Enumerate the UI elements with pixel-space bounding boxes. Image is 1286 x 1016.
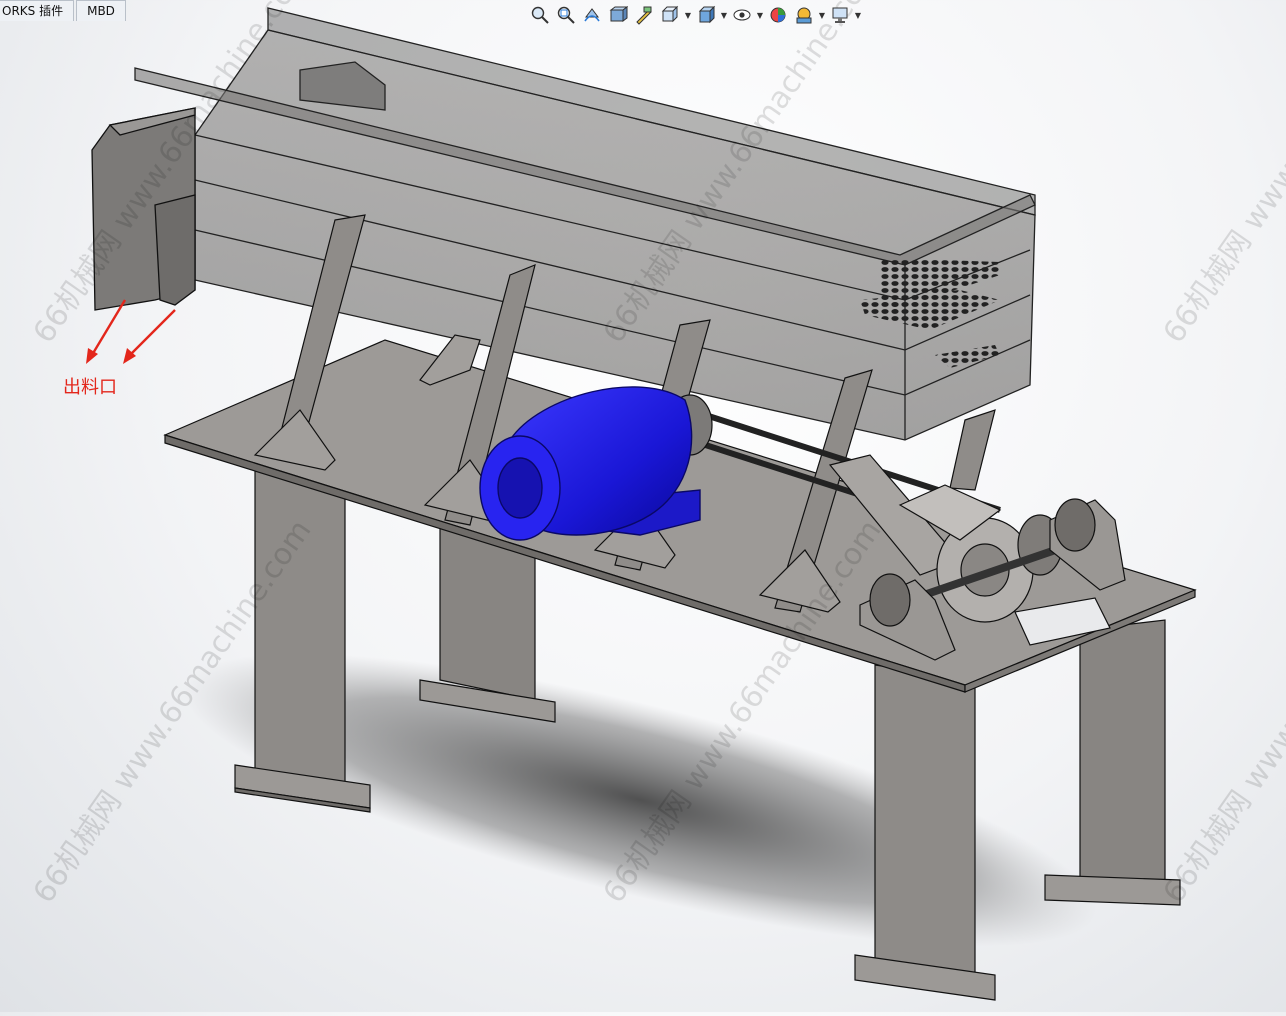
hide-show-dropdown[interactable]: ▼ bbox=[756, 3, 764, 27]
dynamic-annotation-icon[interactable] bbox=[632, 3, 656, 27]
apply-scene-dropdown[interactable]: ▼ bbox=[818, 3, 826, 27]
discharge-outlet-label: 出料口 bbox=[63, 377, 117, 398]
display-style-icon[interactable] bbox=[694, 3, 718, 27]
edit-appearance-icon[interactable] bbox=[766, 3, 790, 27]
hide-show-items-icon[interactable] bbox=[730, 3, 754, 27]
view-orientation-dropdown[interactable]: ▼ bbox=[684, 3, 692, 27]
tab-mbd[interactable]: MBD bbox=[76, 0, 126, 21]
display-style-dropdown[interactable]: ▼ bbox=[720, 3, 728, 27]
tab-solidworks-addins[interactable]: ORKS 插件 bbox=[0, 0, 75, 21]
screen-box bbox=[134, 7, 1036, 441]
section-view-icon[interactable] bbox=[606, 3, 630, 27]
previous-view-icon[interactable] bbox=[580, 3, 604, 27]
view-orientation-icon[interactable] bbox=[658, 3, 682, 27]
view-settings-icon[interactable] bbox=[828, 3, 852, 27]
command-manager-tabs: ORKS 插件 MBD bbox=[0, 0, 128, 22]
heads-up-view-toolbar: ▼ ▼ ▼ ▼ ▼ bbox=[528, 2, 862, 28]
zoom-to-fit-icon[interactable] bbox=[528, 3, 552, 27]
apply-scene-icon[interactable] bbox=[792, 3, 816, 27]
model-viewport[interactable]: 66机械网 www.66machine.com 66机械网 www.66mach… bbox=[0, 0, 1286, 1012]
zoom-to-area-icon[interactable] bbox=[554, 3, 578, 27]
view-settings-dropdown[interactable]: ▼ bbox=[854, 3, 862, 27]
